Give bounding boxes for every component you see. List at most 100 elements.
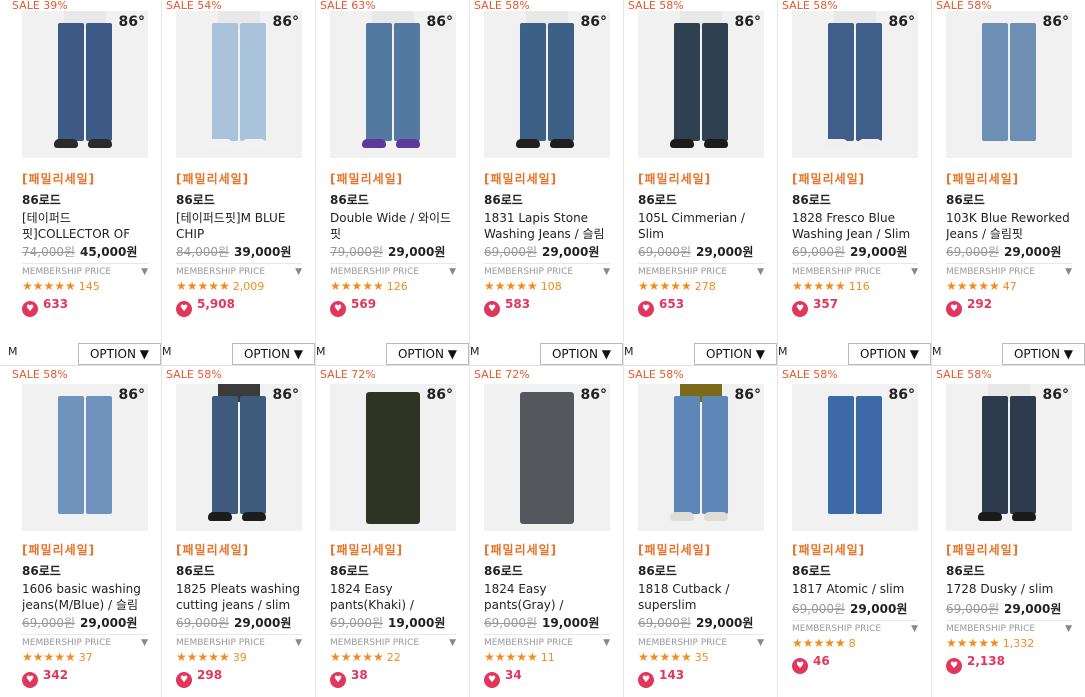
product-card[interactable]: SALE 58% 86° [패밀리세일] 86로드 1825 Pleats washin… [162,0,316,697]
rating: ★★★★★ 22 [330,650,401,664]
product-image[interactable]: 86° [484,384,610,531]
brand-name[interactable]: 86로드 [330,562,369,579]
sale-badge: SALE 58% [936,0,992,12]
like-count[interactable]: ♥ 34 [484,668,522,688]
membership-price-toggle[interactable]: MEMBERSHIP PRICE ▼ [792,620,918,634]
like-number: 298 [197,668,223,682]
heart-icon[interactable]: ♥ [792,658,808,674]
like-count[interactable]: ♥ 46 [792,654,830,674]
brand-name[interactable]: 86로드 [22,562,61,579]
review-count: 39 [232,651,247,664]
membership-price-toggle[interactable]: MEMBERSHIP PRICE ▼ [484,634,610,648]
like-count[interactable]: ♥ 38 [330,668,368,688]
brand-name[interactable]: 86로드 [638,562,677,579]
review-count: 22 [386,651,401,664]
promo-tag: [패밀리세일] [330,543,404,557]
promo-tag: [패밀리세일] [638,543,712,557]
membership-label: MEMBERSHIP PRICE [484,638,574,648]
star-rating-icon: ★★★★★ [484,650,538,664]
price-row: 69,000원 19,000원 [484,614,599,631]
product-image[interactable]: 86° [22,384,148,531]
product-card[interactable]: SALE 58% 86° [패밀리세일] 86로드 1818 Cutback / sup… [624,0,778,697]
review-count: 1,332 [1002,637,1035,650]
jeans-leg-graphic [856,396,882,514]
like-count[interactable]: ♥ 298 [176,668,222,688]
sale-badge: SALE 72% [320,368,376,381]
star-rating-icon: ★★★★★ [638,650,692,664]
like-count[interactable]: ♥ 2,138 [946,654,1005,674]
product-card[interactable]: SALE 72% 86° [패밀리세일] 86로드 1824 Easy pants(Gr… [470,0,624,697]
original-price: 69,000원 [22,616,76,630]
heart-icon[interactable]: ♥ [946,658,962,674]
price-row: 69,000원 29,000원 [946,600,1061,617]
price-row: 69,000원 19,000원 [330,614,445,631]
heart-icon[interactable]: ♥ [638,672,654,688]
jeans-leg-graphic [702,396,728,514]
product-image[interactable]: 86° [176,384,302,531]
star-rating-icon: ★★★★★ [330,650,384,664]
product-card[interactable]: SALE 58% 86° [패밀리세일] 86로드 1606 basic washing… [8,0,162,697]
brand-logo: 86° [888,387,915,403]
product-image[interactable]: 86° [946,384,1072,531]
like-count[interactable]: ♥ 143 [638,668,684,688]
shoe-graphic [242,512,266,521]
like-number: 2,138 [967,654,1005,668]
product-name[interactable]: 1818 Cutback / superslim [638,581,766,613]
membership-price-toggle[interactable]: MEMBERSHIP PRICE ▼ [176,634,302,648]
jeans-leg-graphic [982,396,1008,514]
like-number: 143 [659,668,685,682]
original-price: 69,000원 [638,616,692,630]
membership-price-toggle[interactable]: MEMBERSHIP PRICE ▼ [22,634,148,648]
like-count[interactable]: ♥ 342 [22,668,68,688]
brand-name[interactable]: 86로드 [484,562,523,579]
shoe-graphic [704,512,728,521]
product-card[interactable]: SALE 72% 86° [패밀리세일] 86로드 1824 Easy pants(Kh… [316,0,470,697]
original-price: 69,000원 [484,616,538,630]
like-number: 46 [813,654,830,668]
membership-price-toggle[interactable]: MEMBERSHIP PRICE ▼ [638,634,764,648]
product-name[interactable]: 1824 Easy pants(Khaki) / [330,581,458,613]
jeans-leg-graphic [674,396,700,514]
product-image[interactable]: 86° [330,384,456,531]
product-name[interactable]: 1824 Easy pants(Gray) / [484,581,612,613]
chevron-down-icon: ▼ [1065,624,1072,634]
membership-label: MEMBERSHIP PRICE [176,638,266,648]
brand-name[interactable]: 86로드 [946,562,985,579]
original-price: 69,000원 [792,602,846,616]
membership-price-toggle[interactable]: MEMBERSHIP PRICE ▼ [330,634,456,648]
brand-logo: 86° [118,387,145,403]
review-count: 8 [848,637,856,650]
promo-tag: [패밀리세일] [176,543,250,557]
product-image[interactable]: 86° [638,384,764,531]
product-name[interactable]: 1825 Pleats washing cutting jeans / slim [176,581,304,613]
product-image[interactable]: 86° [792,384,918,531]
brand-name[interactable]: 86로드 [176,562,215,579]
product-grid: SALE 39% 86° [패밀리세일] 86로드 [테이퍼드 핏]COLLECTOR … [0,0,1085,697]
sale-badge: SALE 54% [166,0,222,12]
heart-icon[interactable]: ♥ [176,672,192,688]
like-number: 34 [505,668,522,682]
membership-price-toggle[interactable]: MEMBERSHIP PRICE ▼ [946,620,1072,634]
shoe-graphic [1012,512,1036,521]
pants-graphic [366,392,420,524]
sale-price: 19,000원 [388,616,446,630]
like-number: 342 [43,668,69,682]
product-name[interactable]: 1817 Atomic / slim [792,581,920,597]
product-card[interactable]: SALE 58% 86° [패밀리세일] 86로드 1728 Dusky / slim 6… [932,0,1085,697]
heart-icon[interactable]: ♥ [22,672,38,688]
original-price: 69,000원 [946,602,1000,616]
promo-tag: [패밀리세일] [484,543,558,557]
heart-icon[interactable]: ♥ [484,672,500,688]
brand-name[interactable]: 86로드 [792,562,831,579]
product-name[interactable]: 1606 basic washing jeans(M/Blue) / 슬림 [22,581,150,613]
heart-icon[interactable]: ♥ [330,672,346,688]
sale-price: 29,000원 [80,616,138,630]
star-rating-icon: ★★★★★ [946,636,1000,650]
sale-badge: SALE 58% [782,0,838,12]
shoe-graphic [208,512,232,521]
product-name[interactable]: 1728 Dusky / slim [946,581,1074,597]
price-row: 69,000원 29,000원 [792,600,907,617]
jeans-leg-graphic [828,396,854,514]
chevron-down-icon: ▼ [449,638,456,648]
product-card[interactable]: SALE 58% 86° [패밀리세일] 86로드 1817 Atomic / slim… [778,0,932,697]
